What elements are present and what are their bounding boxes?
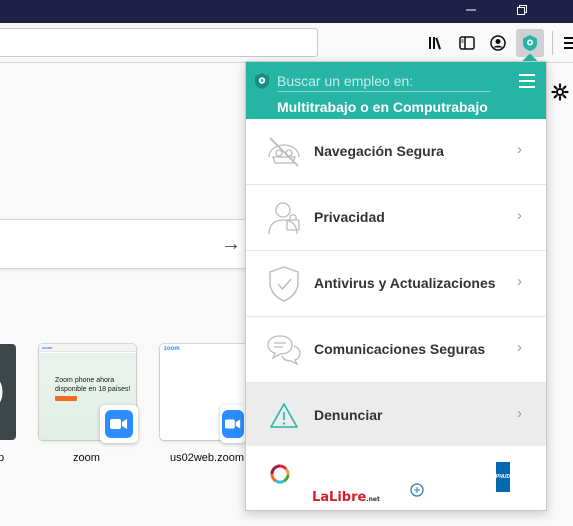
popup-menu-icon[interactable] <box>519 74 535 88</box>
minimize-icon[interactable] <box>460 0 482 23</box>
menu-item-label: Privacidad <box>314 209 385 225</box>
tile-label[interactable]: zoom <box>73 452 100 464</box>
menu-item-privacidad[interactable]: Privacidad › <box>246 185 546 251</box>
tile-preview-logo: zoom <box>42 345 53 350</box>
web-search-box[interactable] <box>0 219 248 269</box>
chevron-right-icon: › <box>517 207 522 224</box>
top-site-tile[interactable] <box>0 344 16 440</box>
toolbar-separator <box>552 31 553 55</box>
menu-item-comunicaciones-seguras[interactable]: Comunicaciones Seguras › <box>246 317 546 383</box>
extension-popup: Buscar un empleo en: Multitrabajo o en C… <box>245 61 547 511</box>
menu-item-label: Antivirus y Actualizaciones <box>314 275 496 291</box>
chevron-right-icon: › <box>517 273 522 290</box>
laboratorio-logo <box>410 482 480 500</box>
chevron-right-icon: › <box>517 141 522 158</box>
toolbar <box>0 23 573 63</box>
title-bar <box>0 0 573 23</box>
undp-logo: PNUD <box>496 462 510 492</box>
warning-icon <box>264 396 304 436</box>
menu-item-label: Navegación Segura <box>314 143 444 159</box>
safe-browsing-icon <box>264 132 304 172</box>
sdg-fund-logo <box>270 464 290 504</box>
restore-icon[interactable] <box>511 0 533 23</box>
menu-item-antivirus[interactable]: Antivirus y Actualizaciones › <box>246 251 546 317</box>
shield-check-icon <box>264 264 304 304</box>
zoom-camera-icon <box>222 410 244 438</box>
popup-header: Buscar un empleo en: Multitrabajo o en C… <box>246 62 546 119</box>
tile-preview-logo: zoom <box>164 346 180 352</box>
tile-preview-header: zoom <box>39 344 136 352</box>
sidebar-icon[interactable] <box>456 32 478 54</box>
account-icon[interactable] <box>487 32 509 54</box>
zoom-favicon-badge <box>220 405 246 443</box>
popup-footer-logos: LaLibre.net PNUD <box>246 446 546 510</box>
chevron-right-icon: › <box>517 405 522 422</box>
menu-item-label: Comunicaciones Seguras <box>314 341 486 357</box>
chevron-right-icon: › <box>517 339 522 356</box>
lalibre-logo: LaLibre.net <box>312 490 380 505</box>
menu-item-navegacion-segura[interactable]: Navegación Segura › <box>246 119 546 185</box>
tile-preview-button <box>55 396 77 401</box>
menu-item-denunciar[interactable]: Denunciar › <box>246 383 546 449</box>
url-bar[interactable] <box>0 28 318 57</box>
zoom-favicon-badge <box>100 405 138 443</box>
chat-bubbles-icon <box>264 330 304 370</box>
tile-label[interactable]: p <box>0 452 4 464</box>
zoom-camera-icon <box>105 410 133 438</box>
menu-item-label: Denunciar <box>314 407 383 423</box>
hamburger-menu-icon[interactable] <box>560 32 573 54</box>
extension-logo-icon <box>253 72 271 90</box>
gear-icon[interactable] <box>551 83 569 106</box>
library-icon[interactable] <box>425 32 447 54</box>
job-sites-link[interactable]: Multitrabajo o en Computrabajo <box>277 99 488 115</box>
tile-label[interactable]: us02web.zoom <box>170 452 244 464</box>
job-search-input[interactable]: Buscar un empleo en: <box>277 73 491 92</box>
search-arrow-icon[interactable]: → <box>221 233 241 256</box>
privacy-icon <box>264 198 304 238</box>
tile-preview-text: Zoom phone ahora disponible en 18 países… <box>55 377 131 393</box>
